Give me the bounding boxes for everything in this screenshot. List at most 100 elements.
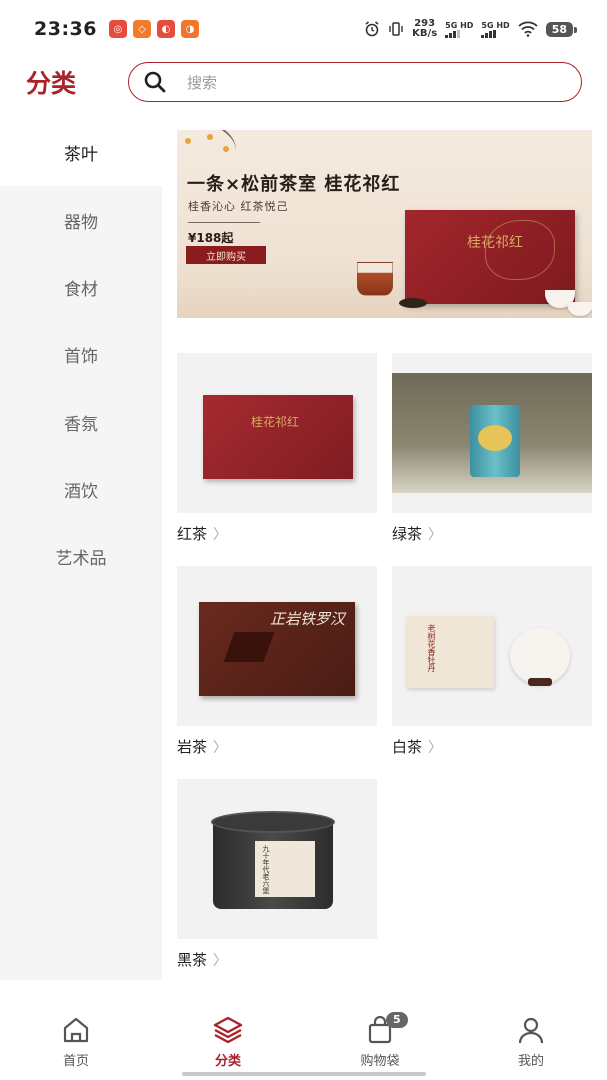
app-notification-icon: ◎ (108, 20, 127, 38)
flower-decoration (185, 138, 191, 144)
category-name: 岩茶 (177, 738, 208, 756)
app-notification-icon: ◐ (156, 20, 175, 38)
wifi-icon (518, 21, 538, 37)
sidebar-item-label: 艺术品 (55, 548, 107, 569)
dark-tea-can-image: 九十年代老六堡 (211, 811, 335, 909)
category-card-rock-tea[interactable]: 正岩铁罗汉 岩茶〉 (177, 566, 377, 757)
nav-category[interactable]: 分类 (178, 1014, 278, 1069)
buy-now-button[interactable]: 立即购买 (186, 246, 266, 264)
category-name: 黑茶 (177, 951, 208, 969)
category-card-white-tea[interactable]: 老树花香牡丹 白茶〉 (392, 566, 592, 757)
chevron-right-icon: 〉 (428, 739, 443, 756)
flower-decoration (207, 134, 213, 140)
nav-label: 我的 (517, 1054, 544, 1069)
category-label: 白茶〉 (392, 736, 592, 757)
battery-icon: 58 (545, 21, 578, 37)
category-image: 桂花祁红 (177, 353, 377, 513)
app-notification-icon: ◑ (180, 20, 199, 38)
category-image (392, 353, 592, 513)
network-speed-unit: KB/s (412, 28, 438, 39)
search-placeholder: 搜索 (187, 73, 218, 92)
sidebar-item-label: 酒饮 (64, 481, 98, 502)
sidebar-item-jewelry[interactable]: 首饰 (0, 320, 162, 388)
category-image: 老树花香牡丹 (392, 566, 592, 726)
page-title: 分类 (26, 69, 77, 98)
search-input[interactable]: 搜索 (128, 62, 582, 102)
banner-subtitle: 桂香沁心 红茶悦己 (188, 200, 289, 213)
app-notification-icon: ◇ (132, 20, 151, 38)
person-icon (518, 1017, 544, 1044)
search-icon (144, 71, 166, 93)
rock-tea-box-image: 正岩铁罗汉 (199, 602, 355, 696)
alarm-icon (365, 21, 379, 37)
category-card-green-tea[interactable]: 绿茶〉 (392, 353, 592, 544)
bottom-nav: 首页 分类 5 购物袋 我的 (0, 1000, 607, 1080)
box-text: 正岩铁罗汉 (269, 610, 345, 628)
sidebar-item-tea[interactable]: 茶叶 (0, 118, 162, 186)
home-icon (63, 1017, 89, 1043)
category-label: 红茶〉 (177, 523, 377, 544)
nav-label: 分类 (214, 1054, 241, 1069)
category-image: 九十年代老六堡 (177, 779, 377, 939)
category-name: 红茶 (177, 525, 208, 543)
status-time: 23:36 (34, 18, 97, 40)
chevron-right-icon: 〉 (213, 739, 228, 756)
status-indicators: 293 KB/s 5G HD 5G HD 58 (364, 19, 578, 39)
chevron-right-icon: 〉 (213, 526, 228, 543)
header: 分类 搜索 (0, 58, 607, 106)
banner-divider (188, 222, 260, 223)
category-label: 岩茶〉 (177, 736, 377, 757)
sidebar-item-label: 器物 (64, 212, 98, 233)
sidebar-item-label: 香氛 (64, 414, 98, 435)
home-indicator[interactable] (182, 1072, 426, 1076)
banner-title: 一条×松前茶室 桂花祁红 (187, 174, 401, 195)
sidebar-item-label: 茶叶 (64, 144, 98, 165)
tea-cake-stand (528, 678, 552, 686)
category-card-dark-tea[interactable]: 九十年代老六堡 黑茶〉 (177, 779, 377, 970)
white-tea-box-image: 老树花香牡丹 (406, 616, 494, 688)
category-name: 绿茶 (392, 525, 423, 543)
nav-label: 首页 (62, 1054, 89, 1069)
category-label: 黑茶〉 (177, 949, 377, 970)
signal-2-label: 5G HD (481, 20, 510, 30)
signal-bars-icon (445, 29, 461, 38)
category-name: 白茶 (392, 738, 423, 756)
signal-bars-icon (481, 29, 497, 38)
sidebar-item-ingredients[interactable]: 食材 (0, 253, 162, 321)
tea-pitcher-image (357, 262, 393, 296)
nav-label: 购物袋 (360, 1054, 400, 1069)
flower-decoration (223, 146, 229, 152)
nav-home[interactable]: 首页 (26, 1014, 126, 1069)
category-card-black-tea[interactable]: 桂花祁红 红茶〉 (177, 353, 377, 544)
box-text: 老树花香牡丹 (427, 624, 436, 672)
promo-banner[interactable]: 一条×松前茶室 桂花祁红 桂香沁心 红茶悦己 ¥188起 立即购买 桂花祁红 (177, 130, 592, 318)
category-label: 绿茶〉 (392, 523, 592, 544)
sidebar-item-utensils[interactable]: 器物 (0, 186, 162, 254)
box-text: 桂花祁红 (251, 415, 300, 429)
sidebar-item-drinks[interactable]: 酒饮 (0, 455, 162, 523)
red-tea-box-image: 桂花祁红 (203, 395, 353, 479)
status-bar: 23:36 ◎ ◇ ◐ ◑ 293 KB/s 5G HD 5G HD 58 (0, 0, 607, 58)
can-lid (211, 811, 335, 833)
sidebar-item-fragrance[interactable]: 香氛 (0, 388, 162, 456)
can-label (478, 425, 512, 451)
sidebar-item-label: 食材 (64, 279, 98, 300)
category-image: 正岩铁罗汉 (177, 566, 377, 726)
banner-price: ¥188起 (188, 231, 234, 245)
signal-2: 5G HD (481, 20, 510, 38)
box-text: 九十年代老六堡 (262, 845, 270, 894)
box-pattern (223, 632, 275, 662)
sidebar-item-label: 首饰 (64, 346, 98, 367)
status-app-icons: ◎ ◇ ◐ ◑ (108, 20, 199, 38)
chevron-right-icon: 〉 (213, 952, 228, 969)
can-label: 九十年代老六堡 (255, 841, 315, 897)
nav-profile[interactable]: 我的 (481, 1014, 581, 1069)
chevron-right-icon: 〉 (428, 526, 443, 543)
signal-1: 5G HD (445, 21, 473, 38)
tea-cup-image (567, 302, 592, 316)
category-sidebar: 茶叶 器物 食材 首饰 香氛 酒饮 艺术品 (0, 118, 162, 980)
tea-cake-image (510, 628, 570, 684)
nav-shopping-bag[interactable]: 5 购物袋 (330, 1012, 430, 1069)
sidebar-item-art[interactable]: 艺术品 (0, 522, 162, 590)
cart-count-badge: 5 (386, 1012, 408, 1028)
